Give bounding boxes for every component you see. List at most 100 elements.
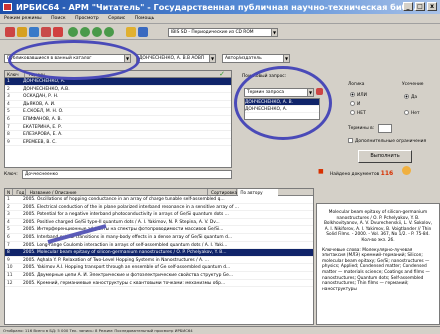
menu-service[interactable]: Сервис bbox=[104, 14, 129, 24]
results-header-year[interactable]: Год bbox=[14, 189, 27, 196]
next-record-icon[interactable] bbox=[92, 27, 102, 37]
results-row[interactable]: 10 2005. Yakimov A.I. Hopping transport t… bbox=[5, 264, 313, 272]
dictionary-row[interactable]: 7 ЕКАТЕРИНА, Е. Р. bbox=[5, 124, 231, 132]
stop-icon[interactable] bbox=[53, 27, 63, 37]
results-row-num: 7 bbox=[7, 242, 10, 248]
truncation-no-label: Нет bbox=[411, 111, 420, 116]
results-row-text: 2005. Potential for a negative interband… bbox=[23, 212, 229, 218]
dictionary-row[interactable]: 6 ЕПИФАНОВ, А. В. bbox=[5, 116, 231, 124]
found-indicator-icon bbox=[402, 166, 411, 175]
dictionary-list[interactable]: Ключ Термин 1 ДОНЧЕСНЕНКО, А. 2 ДОНЧЕСНЕНКО… bbox=[4, 70, 232, 168]
results-row[interactable]: 3 2005. Potential for a negative interban… bbox=[5, 211, 313, 219]
dictionary-row-num: 7 bbox=[7, 124, 10, 130]
results-row-num: 1 bbox=[7, 197, 10, 202]
dictionary-row[interactable]: 8 ЕЛЕЗАРОВА, Е. А. bbox=[5, 131, 231, 139]
logic-option-and[interactable]: И bbox=[350, 101, 360, 107]
results-row-text: 2005. Oscillations of hopping conductanc… bbox=[23, 197, 225, 202]
menu-bar: Режим режимы Поиск Просмотр Сервис Помощ… bbox=[0, 14, 440, 24]
kind-select[interactable]: Автор/издатель ▼ bbox=[222, 54, 290, 63]
extra-limits-checkbox[interactable]: Дополнительные ограничения bbox=[348, 138, 426, 144]
results-row[interactable]: 9 2005. Aqhala Y. P. Relaxation of Two-Le… bbox=[5, 257, 313, 265]
results-table[interactable]: N Год Название / Описание Сортировка По … bbox=[4, 188, 314, 325]
results-row-num: 5 bbox=[7, 227, 10, 233]
checkbox-icon bbox=[348, 138, 353, 143]
menu-search[interactable]: Поиск bbox=[47, 14, 70, 24]
dictionary-row-num: 8 bbox=[7, 132, 10, 138]
dictionary-row-text: ЕКАТЕРИНА, Е. Р. bbox=[23, 124, 62, 130]
filter-icon[interactable] bbox=[138, 27, 148, 37]
highlight-circle-query bbox=[234, 66, 332, 140]
results-sort-select[interactable]: По автору bbox=[238, 189, 279, 196]
results-row-num: 8 bbox=[7, 250, 10, 256]
dictionary-row-text: ЕРЕМЕЕВ, В. С. bbox=[23, 139, 57, 145]
minimize-button[interactable]: _ bbox=[403, 2, 413, 11]
print-icon[interactable] bbox=[17, 27, 27, 37]
logic-label: Логика bbox=[348, 82, 365, 87]
maximize-button[interactable]: □ bbox=[415, 2, 425, 11]
execute-button[interactable]: Выполнить bbox=[358, 150, 412, 163]
found-count: 116 bbox=[380, 170, 394, 177]
results-row-num: 11 bbox=[7, 272, 13, 278]
last-record-icon[interactable] bbox=[104, 27, 114, 37]
results-row-num: 12 bbox=[7, 280, 13, 286]
dictionary-row[interactable]: 2 ДОНЧЕСНЕНКО, А.В. bbox=[5, 86, 231, 94]
terms-in-label: Термины в: bbox=[348, 126, 375, 131]
dictionary-row-text: ДЬЯКОВ, А. И. bbox=[23, 101, 56, 107]
dictionary-row[interactable]: 3 ОСКАДАН, Р. Н. bbox=[5, 93, 231, 101]
logic-option-not[interactable]: НЕТ bbox=[350, 110, 366, 116]
terms-in-input[interactable] bbox=[378, 124, 392, 133]
dictionary-row-text: Е.СКОБЛ, М. Н. О. bbox=[23, 109, 64, 115]
close-button[interactable]: x bbox=[427, 2, 437, 11]
menu-view[interactable]: Просмотр bbox=[71, 14, 103, 24]
highlight-circle-search bbox=[8, 40, 140, 80]
menu-help[interactable]: Помощь bbox=[131, 14, 159, 24]
radio-icon bbox=[404, 94, 409, 99]
results-row[interactable]: 2 2005. Electrical conduction of the in p… bbox=[5, 204, 313, 212]
database-select[interactable]: IBIS SD - Периодические из CD ROM ▼ bbox=[168, 28, 278, 37]
dictionary-row-num: 5 bbox=[7, 109, 10, 115]
results-row[interactable]: 12 2005. Кремний, германиевые нанострукту… bbox=[5, 280, 313, 288]
dictionary-row[interactable]: 9 ЕРЕМЕЕВ, В. С. bbox=[5, 139, 231, 147]
results-row-num: 6 bbox=[7, 234, 10, 240]
status-bar: Отобрано: 116 Всего в БД: 5 000 Тек. зап… bbox=[0, 326, 440, 334]
radio-icon bbox=[350, 110, 355, 115]
logic-option-or[interactable]: ИЛИ bbox=[350, 92, 367, 98]
dictionary-input[interactable]: Доччеснеенко bbox=[22, 170, 232, 179]
results-header-num[interactable]: N bbox=[5, 189, 13, 196]
author-select[interactable]: ДОНЧЕСНЕНКО, А. В.В АОВП ▼ bbox=[136, 54, 216, 63]
found-label-text: Найдено документов bbox=[330, 172, 380, 177]
chevron-down-icon: ▼ bbox=[283, 55, 289, 62]
results-row[interactable]: 11 2005. Двумерные цепи А. И. Электрическ… bbox=[5, 272, 313, 280]
dictionary-row[interactable]: 1 ДОНЧЕСНЕНКО, А. bbox=[5, 78, 231, 86]
dictionary-row[interactable]: 5 Е.СКОБЛ, М. Н. О. bbox=[5, 108, 231, 116]
results-header-title[interactable]: Название / Описание bbox=[28, 189, 208, 196]
truncation-label: Усечение bbox=[402, 82, 424, 87]
find-icon[interactable] bbox=[126, 27, 136, 37]
dictionary-row-text: ДОНЧЕСНЕНКО, А.В. bbox=[23, 86, 70, 92]
radio-icon bbox=[404, 110, 409, 115]
results-sort-label: Сортировка bbox=[211, 189, 238, 196]
results-row-text: 2005. Yakimov A.I. Hopping transport thr… bbox=[23, 265, 231, 271]
menu-mode[interactable]: Режим режимы bbox=[0, 14, 46, 24]
results-row[interactable]: 8 2005. Molecular beam epitaxy of silicon… bbox=[5, 249, 313, 257]
results-row-text: 2005. Двумерные цепи А. И. Электрические… bbox=[23, 272, 234, 278]
truncation-yes[interactable]: Да bbox=[404, 94, 417, 100]
radio-icon bbox=[350, 101, 355, 106]
window-title: ИРБИС64 - АРМ "Читатель" - Государственн… bbox=[16, 2, 423, 12]
results-row-num: 3 bbox=[7, 212, 10, 218]
dictionary-row[interactable]: 4 ДЬЯКОВ, А. И. bbox=[5, 101, 231, 109]
save-icon[interactable] bbox=[29, 27, 39, 37]
open-icon[interactable] bbox=[5, 27, 15, 37]
dictionary-input-value: Доччеснеенко bbox=[25, 172, 58, 177]
truncation-no[interactable]: Нет bbox=[404, 110, 420, 116]
record-rubrics: Ключевые слова: Молекулярно-лучевая эпит… bbox=[322, 247, 430, 292]
prev-record-icon[interactable] bbox=[80, 27, 90, 37]
delete-icon[interactable] bbox=[41, 27, 51, 37]
results-header: N Год Название / Описание Сортировка По … bbox=[5, 189, 313, 196]
dictionary-row-num: 4 bbox=[7, 101, 10, 107]
results-row[interactable]: 1 2005. Oscillations of hopping conductan… bbox=[5, 196, 313, 204]
results-row-num: 10 bbox=[7, 265, 13, 271]
record-description: Molecular beam epitaxy of silicon-german… bbox=[323, 210, 433, 243]
app-window: ИРБИС64 - АРМ "Читатель" - Государственн… bbox=[0, 0, 440, 334]
first-record-icon[interactable] bbox=[68, 27, 78, 37]
